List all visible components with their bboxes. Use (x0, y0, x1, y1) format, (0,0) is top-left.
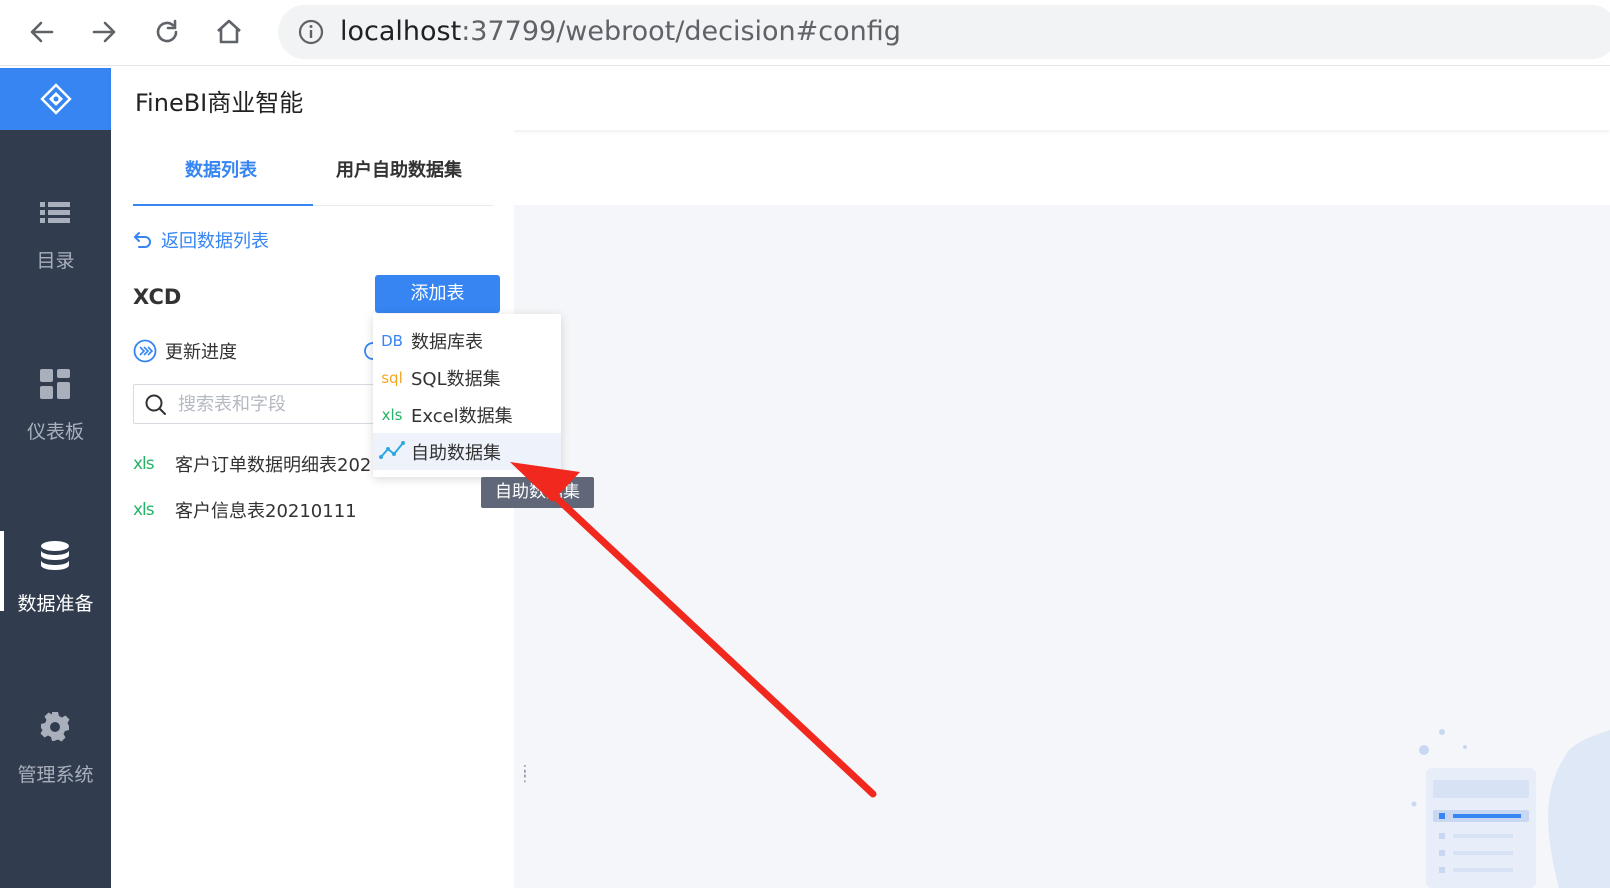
back-button[interactable] (20, 10, 64, 54)
menu-item-sql-dataset[interactable]: sql SQL数据集 (373, 359, 561, 396)
menu-item-self-service-dataset[interactable]: 自助数据集 (373, 433, 561, 470)
menu-item-database-table[interactable]: DB 数据库表 (373, 322, 561, 359)
nav-item-dashboard[interactable]: 仪表板 (0, 359, 111, 479)
menu-item-label: Excel数据集 (411, 405, 513, 427)
table-row[interactable]: xls 客户订单数据明细表202 (133, 449, 371, 479)
finebi-logo-icon (39, 83, 72, 115)
table-name: 客户信息表20210111 (175, 501, 357, 522)
nav-label-dashboard: 仪表板 (26, 421, 84, 443)
gear-icon (40, 712, 70, 742)
nav-label-data-prep: 数据准备 (17, 593, 94, 615)
menu-item-label: 数据库表 (411, 331, 483, 353)
logo[interactable] (0, 68, 111, 130)
url-host: localhost (340, 16, 462, 47)
panel-resize-handle[interactable]: ⋮ ⋮ (518, 764, 532, 784)
left-nav: 目录 仪表板 数据准备 管理系统 (0, 68, 111, 888)
reload-icon (156, 19, 178, 43)
line-chart-icon (373, 440, 411, 464)
add-table-dropdown: DB 数据库表 sql SQL数据集 xls Excel数据集 自助数据集 (373, 314, 561, 477)
back-to-data-list-link[interactable]: 返回数据列表 (133, 227, 269, 253)
dashboard-icon (40, 369, 70, 399)
search-icon (145, 394, 166, 415)
search-field[interactable] (133, 384, 383, 424)
app-title: FineBI商业智能 (135, 89, 304, 117)
tab-underline (133, 204, 313, 206)
url-path: :37799/webroot/decision#config (461, 16, 901, 47)
return-icon (134, 232, 151, 248)
xls-icon: xls (133, 500, 155, 520)
fast-forward-circle-icon (133, 339, 157, 363)
add-table-button[interactable]: 添加表 (375, 275, 500, 313)
list-icon (40, 202, 70, 223)
tooltip: 自助数据集 (481, 477, 594, 508)
nav-item-catalog[interactable]: 目录 (0, 188, 111, 308)
nav-item-data-prep[interactable]: 数据准备 (0, 531, 111, 651)
data-list-panel: 数据列表 用户自助数据集 返回数据列表 XCD 添加表 更新进度 xls 客户订… (111, 130, 514, 888)
nav-label-catalog: 目录 (36, 250, 75, 272)
home-icon (217, 19, 241, 44)
db-icon: DB (381, 331, 403, 350)
arrow-left-icon (30, 21, 54, 43)
nav-label-admin: 管理系统 (17, 764, 94, 786)
table-row[interactable]: xls 客户信息表20210111 (133, 495, 357, 525)
url-text[interactable]: localhost:37799/webroot/decision#config (340, 16, 901, 48)
browser-toolbar: localhost:37799/webroot/decision#config (0, 0, 1610, 66)
nav-item-admin[interactable]: 管理系统 (0, 702, 111, 822)
update-progress-label: 更新进度 (165, 342, 237, 363)
reload-button[interactable] (145, 10, 189, 54)
database-icon (41, 541, 69, 570)
arrow-right-icon (92, 21, 116, 43)
empty-state-illustration (1411, 729, 1610, 888)
forward-button[interactable] (82, 10, 126, 54)
address-bar[interactable]: localhost:37799/webroot/decision#config (278, 5, 1610, 59)
xls-icon: xls (381, 405, 403, 424)
panel-tabs: 数据列表 用户自助数据集 (133, 130, 493, 206)
back-link-label: 返回数据列表 (161, 231, 269, 252)
info-icon[interactable] (298, 19, 324, 45)
menu-item-excel-dataset[interactable]: xls Excel数据集 (373, 396, 561, 433)
table-name: 客户订单数据明细表202 (175, 455, 372, 476)
update-progress-link[interactable]: 更新进度 (133, 338, 237, 364)
home-button[interactable] (207, 10, 251, 54)
tab-user-self-service-dataset[interactable]: 用户自助数据集 (336, 156, 462, 182)
app-header: FineBI商业智能 (111, 68, 1610, 130)
search-input[interactable] (178, 391, 378, 417)
tab-data-list[interactable]: 数据列表 (185, 156, 257, 182)
package-name: XCD (133, 285, 182, 309)
menu-item-label: SQL数据集 (411, 368, 501, 390)
workspace-area (514, 205, 1610, 888)
menu-item-label: 自助数据集 (411, 442, 501, 464)
xls-icon: xls (133, 454, 155, 474)
sql-icon: sql (381, 368, 403, 387)
